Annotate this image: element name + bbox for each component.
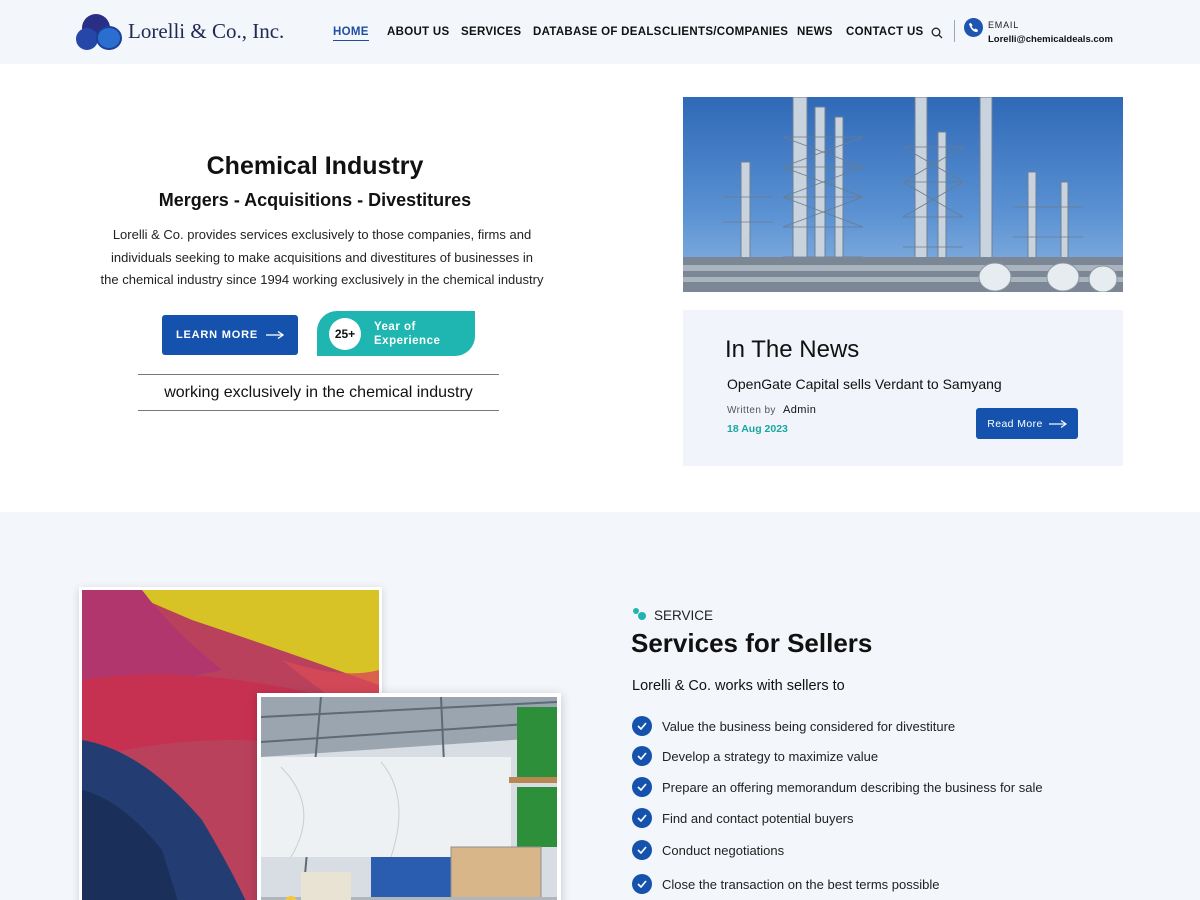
logo[interactable]: Lorelli & Co., Inc. <box>76 12 284 50</box>
service-item-text: Find and contact potential buyers <box>662 810 854 826</box>
nav-contact-us[interactable]: CONTACT US <box>846 26 924 38</box>
logo-icon <box>76 12 124 50</box>
news-author: Admin <box>783 404 817 416</box>
header-divider <box>954 20 955 42</box>
site-header: Lorelli & Co., Inc. HOME ABOUT US SERVIC… <box>0 0 1200 64</box>
hero-tagline: working exclusively in the chemical indu… <box>138 374 499 411</box>
hero-description-line: Lorelli & Co. provides services exclusiv… <box>112 227 532 242</box>
refinery-image <box>683 97 1123 292</box>
arrow-right-icon <box>265 331 284 339</box>
hero-subtitle: Mergers - Acquisitions - Divestitures <box>158 190 472 210</box>
experience-label-line: Year of <box>374 321 416 333</box>
hero-description: Lorelli & Co. provides services exclusiv… <box>72 224 572 292</box>
learn-more-label: LEARN MORE <box>176 329 258 341</box>
read-more-label: Read More <box>987 417 1043 430</box>
news-byline: Written by Admin <box>727 404 816 416</box>
list-item: Find and contact potential buyers <box>632 808 854 828</box>
service-item-text: Close the transaction on the best terms … <box>662 876 940 892</box>
nav-home[interactable]: HOME <box>333 26 369 41</box>
check-icon <box>632 808 652 828</box>
warehouse-image <box>257 693 561 900</box>
hero-description-line: individuals seeking to make acquisitions… <box>110 249 533 265</box>
news-card: In The News OpenGate Capital sells Verda… <box>683 310 1123 466</box>
services-title: Services for Sellers <box>631 628 873 658</box>
list-item: Close the transaction on the best terms … <box>632 874 939 894</box>
services-eyebrow: SERVICE <box>632 607 713 623</box>
email-label: EMAIL <box>988 20 1020 30</box>
check-icon <box>632 840 652 860</box>
list-item: Value the business being considered for … <box>632 716 955 736</box>
services-eyebrow-label: SERVICE <box>654 607 714 623</box>
arrow-right-icon <box>1048 419 1067 428</box>
check-icon <box>632 874 652 894</box>
read-more-button[interactable]: Read More <box>976 408 1078 439</box>
service-item-text: Prepare an offering memorandum describin… <box>662 779 1043 795</box>
logo-text: Lorelli & Co., Inc. <box>128 18 285 43</box>
nav-clients-companies[interactable]: CLIENTS/COMPANIES <box>662 26 788 38</box>
service-item-text: Conduct negotiations <box>662 842 785 858</box>
nav-services[interactable]: SERVICES <box>461 26 521 38</box>
news-section-title: In The News <box>725 336 860 363</box>
dots-icon <box>632 607 650 623</box>
hero-description-line: the chemical industry since 1994 working… <box>100 272 544 287</box>
check-icon <box>632 777 652 797</box>
phone-icon <box>964 18 983 37</box>
news-date: 18 Aug 2023 <box>727 423 788 435</box>
learn-more-button[interactable]: LEARN MORE <box>162 315 298 355</box>
experience-label-line: Experience <box>374 335 441 347</box>
nav-database-of-deals[interactable]: DATABASE OF DEALS <box>533 26 662 38</box>
list-item: Develop a strategy to maximize value <box>632 746 878 766</box>
news-headline[interactable]: OpenGate Capital sells Verdant to Samyan… <box>727 376 1002 392</box>
list-item: Conduct negotiations <box>632 840 784 860</box>
service-item-text: Develop a strategy to maximize value <box>662 748 879 764</box>
experience-number: 25+ <box>329 318 361 350</box>
nav-news[interactable]: NEWS <box>797 26 833 38</box>
written-by-label: Written by <box>727 405 776 416</box>
services-intro: Lorelli & Co. works with sellers to <box>632 678 845 694</box>
experience-label: Year of Experience <box>374 320 474 348</box>
experience-badge: 25+ Year of Experience <box>317 311 475 356</box>
service-item-text: Value the business being considered for … <box>662 718 956 734</box>
search-icon[interactable] <box>931 27 943 39</box>
check-icon <box>632 746 652 766</box>
hero-title: Chemical Industry <box>206 152 424 180</box>
check-icon <box>632 716 652 736</box>
nav-about-us[interactable]: ABOUT US <box>387 26 449 38</box>
email-link[interactable]: Lorelli@chemicaldeals.com <box>988 34 1113 45</box>
list-item: Prepare an offering memorandum describin… <box>632 777 1043 797</box>
